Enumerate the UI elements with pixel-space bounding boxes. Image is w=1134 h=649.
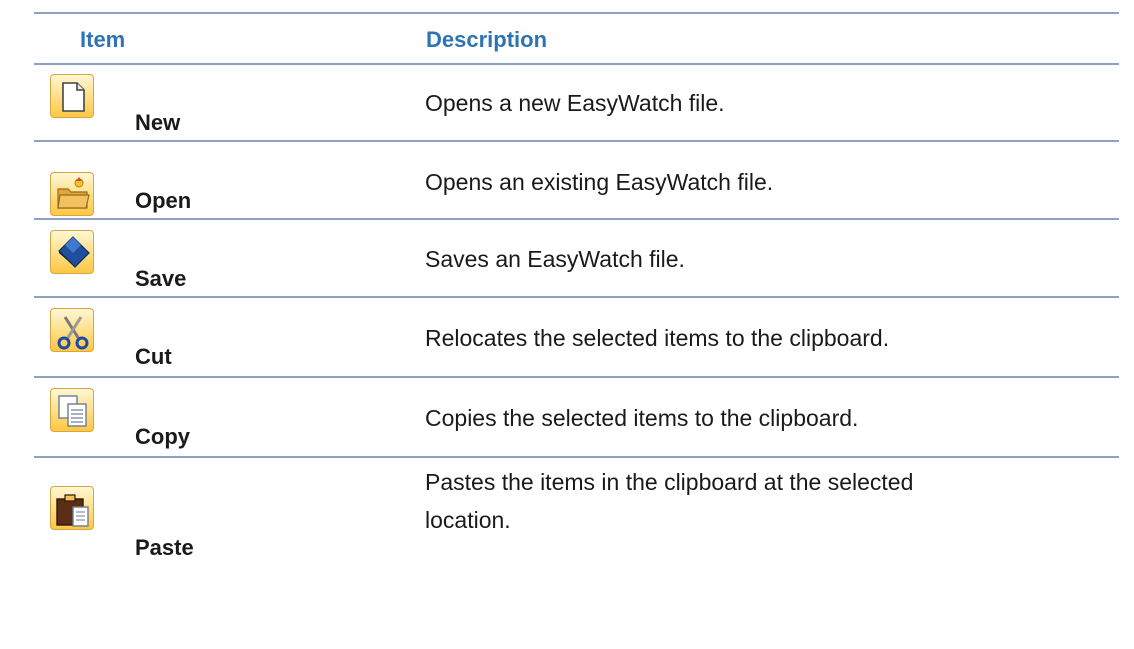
description-open: Opens an existing EasyWatch file. [425, 169, 774, 195]
scissors-icon [50, 308, 94, 352]
item-label-copy: Copy [135, 424, 190, 449]
item-label-save: Save [135, 266, 187, 291]
item-label-new: New [135, 110, 181, 135]
item-label-cut: Cut [135, 344, 172, 369]
new-file-icon [50, 74, 94, 118]
table-row-save: Save Saves an EasyWatch file. [34, 220, 1119, 296]
table-row-open: Open Opens an existing EasyWatch file. [34, 142, 1119, 218]
save-disk-icon [50, 230, 94, 274]
column-header-description: Description [426, 27, 548, 52]
item-label-paste: Paste [135, 535, 194, 560]
description-save: Saves an EasyWatch file. [425, 246, 685, 272]
table-row-cut: Cut Relocates the selected items to the … [34, 298, 1119, 376]
item-label-open: Open [135, 188, 192, 213]
open-folder-icon [50, 172, 94, 216]
table-row-copy: Copy Copies the selected items to the cl… [34, 378, 1119, 456]
description-cut: Relocates the selected items to the clip… [425, 325, 890, 351]
copy-icon [50, 388, 94, 432]
description-new: Opens a new EasyWatch file. [425, 90, 725, 116]
table-row-new: New Opens a new EasyWatch file. [34, 64, 1119, 140]
description-paste: Pastes the items in the clipboard at the… [425, 469, 914, 533]
table-row-paste: Paste Pastes the items in the clipboard … [34, 458, 1119, 578]
table-top-rule [34, 12, 1119, 14]
column-header-item: Item [80, 27, 126, 52]
paste-icon [50, 486, 94, 530]
description-copy: Copies the selected items to the clipboa… [425, 405, 859, 431]
